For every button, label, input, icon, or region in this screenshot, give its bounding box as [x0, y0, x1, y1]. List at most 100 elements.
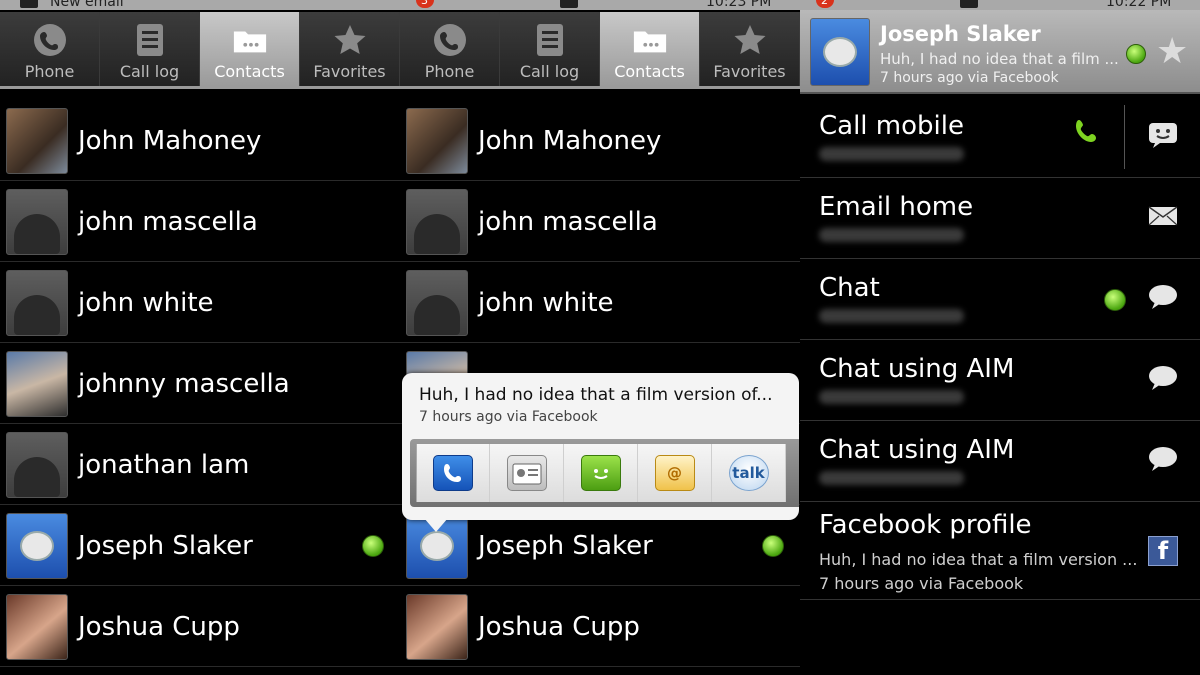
blurred-chat-address [819, 309, 964, 323]
row-label: Facebook profile [819, 510, 1032, 540]
tab-label: Phone [424, 62, 475, 81]
chat-aim-row-2[interactable]: Chat using AIM [800, 421, 1200, 502]
contact-detail-panel: 2 10:22 PM Joseph Slaker Huh, I had no i… [800, 0, 1200, 675]
contact-row-joshua-cupp[interactable]: Joshua Cupp [0, 586, 400, 667]
contact-card-action-button[interactable] [490, 444, 564, 502]
tab-label: Contacts [614, 62, 685, 81]
contacts-panel-quick-contact: 3 10:23 PM Phone Call log Contacts Favor… [400, 0, 800, 675]
tab-contacts[interactable]: Contacts [200, 12, 300, 86]
chat-icon [1146, 362, 1180, 394]
status-notification-text: New email [50, 0, 124, 10]
alarm-icon [960, 0, 978, 8]
quick-contact-status-time: 7 hours ago via Facebook [419, 409, 598, 425]
status-bar: New email [0, 0, 400, 10]
sms-action-button[interactable] [564, 444, 638, 502]
quick-contact-actions: @ talk [410, 439, 799, 507]
avatar-placeholder-icon [406, 270, 468, 336]
contact-status-time: 7 hours ago via Facebook [880, 70, 1059, 86]
avatar-placeholder-icon [6, 189, 68, 255]
phone-icon [432, 22, 468, 58]
phone-handset-icon[interactable] [1070, 115, 1104, 158]
call-log-icon [132, 22, 168, 58]
contact-name: john mascella [78, 207, 258, 237]
contact-row-joseph-slaker[interactable]: Joseph Slaker [0, 505, 400, 586]
avatar [406, 594, 468, 660]
tab-phone[interactable]: Phone [400, 12, 500, 86]
email-action-button[interactable]: @ [638, 444, 712, 502]
phone-icon [32, 22, 68, 58]
contact-name: John Mahoney [478, 126, 662, 156]
contact-row-jonathan-lam[interactable]: jonathan lam [0, 424, 400, 505]
facebook-profile-row[interactable]: Facebook profile Huh, I had no idea that… [800, 502, 1200, 600]
tab-favorites[interactable]: Favorites [700, 12, 800, 86]
contacts-panel-left: New email Phone Call log Contacts Favori… [0, 0, 400, 675]
tab-label: Favorites [713, 62, 786, 81]
quick-contact-status: Huh, I had no idea that a film version o… [419, 385, 773, 405]
contacts-icon [632, 22, 668, 58]
avatar [406, 108, 468, 174]
phone-icon [433, 455, 473, 491]
contact-name: Joshua Cupp [478, 612, 640, 642]
avatar [6, 108, 68, 174]
tab-label: Contacts [214, 62, 285, 81]
contact-row-john-mascella[interactable]: john mascella [400, 181, 800, 262]
avatar [6, 351, 68, 417]
contact-row-john-mascella[interactable]: john mascella [0, 181, 400, 262]
contact-name: john white [78, 288, 214, 318]
avatar [6, 594, 68, 660]
contact-name: Joseph Slaker [78, 531, 253, 561]
online-status-icon [1126, 44, 1146, 64]
contact-row-johnny-mascella[interactable]: johnny mascella [0, 343, 400, 424]
avatar-placeholder-icon [406, 189, 468, 255]
sms-icon[interactable] [1146, 119, 1180, 151]
favorite-star-icon[interactable]: ★ [1156, 34, 1188, 70]
chat-aim-row-1[interactable]: Chat using AIM [800, 340, 1200, 421]
talk-action-button[interactable]: talk [712, 444, 786, 502]
status-bar: 3 10:23 PM [400, 0, 800, 10]
email-icon [1146, 200, 1180, 232]
tab-call-log[interactable]: Call log [500, 12, 600, 86]
contact-row-john-mahoney[interactable]: John Mahoney [400, 100, 800, 181]
call-action-button[interactable] [416, 444, 490, 502]
chat-icon [1146, 443, 1180, 475]
tab-bar: Phone Call log Contacts Favorites [0, 12, 400, 89]
call-mobile-row[interactable]: Call mobile [800, 97, 1200, 178]
star-icon [732, 22, 768, 58]
avatar-placeholder-icon [6, 270, 68, 336]
contact-row-john-white[interactable]: john white [400, 262, 800, 343]
notification-count: 3 [421, 0, 428, 7]
tab-contacts[interactable]: Contacts [600, 12, 700, 86]
facebook-status-time: 7 hours ago via Facebook [819, 574, 1024, 593]
avatar-placeholder-icon [6, 432, 68, 498]
contact-header: Joseph Slaker Huh, I had no idea that a … [800, 10, 1200, 94]
row-label: Chat using AIM [819, 354, 1015, 384]
talk-icon: talk [728, 455, 769, 491]
contact-name: Joseph Slaker [478, 531, 653, 561]
contact-name: john mascella [478, 207, 658, 237]
clock: 10:22 PM [1106, 0, 1172, 10]
contact-name: John Mahoney [78, 126, 262, 156]
tab-call-log[interactable]: Call log [100, 12, 200, 86]
chat-row[interactable]: Chat [800, 259, 1200, 340]
tab-favorites[interactable]: Favorites [300, 12, 400, 86]
blurred-aim-name [819, 390, 964, 404]
tab-phone[interactable]: Phone [0, 12, 100, 86]
email-home-row[interactable]: Email home [800, 178, 1200, 259]
tab-bar: Phone Call log Contacts Favorites [400, 12, 800, 89]
tab-label: Phone [24, 62, 75, 81]
contact-row-joshua-cupp[interactable]: Joshua Cupp [400, 586, 800, 667]
avatar[interactable] [810, 18, 870, 86]
sms-icon [580, 455, 621, 491]
contact-row-john-mahoney[interactable]: John Mahoney [0, 100, 400, 181]
blurred-phone-number [819, 147, 964, 161]
contact-name: johnny mascella [78, 369, 290, 399]
contacts-icon [232, 22, 268, 58]
contact-name: Joshua Cupp [78, 612, 240, 642]
contact-status: Huh, I had no idea that a film ... [880, 50, 1119, 68]
contact-row-john-white[interactable]: john white [0, 262, 400, 343]
contact-name: Joseph Slaker [880, 22, 1041, 46]
popup-pointer [424, 518, 448, 532]
blurred-aim-name [819, 471, 964, 485]
quick-contact-popup: Huh, I had no idea that a film version o… [402, 373, 799, 520]
clock: 10:23 PM [706, 0, 772, 10]
